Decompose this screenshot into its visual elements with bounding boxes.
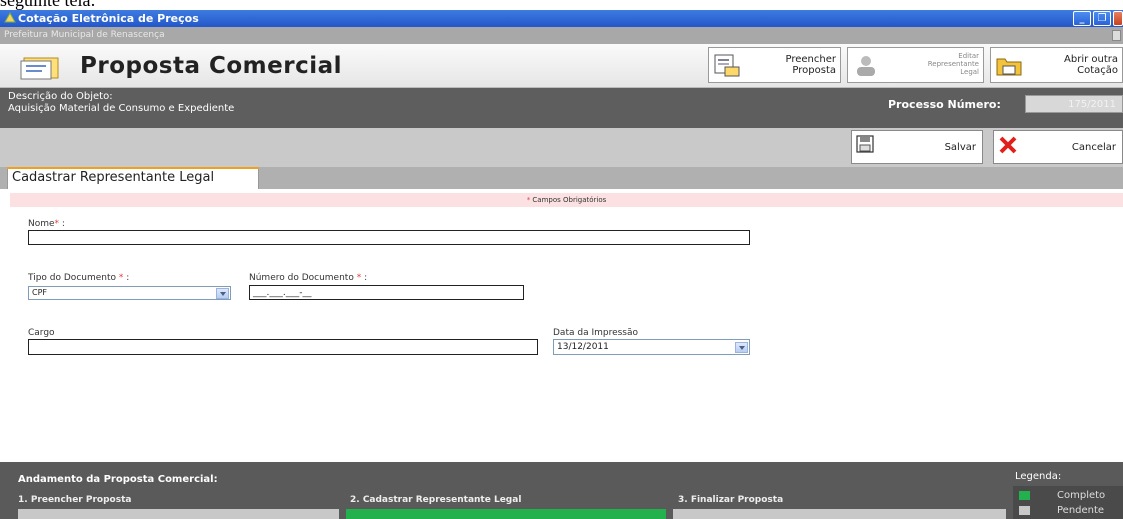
form-icon — [714, 54, 740, 77]
user-icon — [857, 56, 875, 76]
minimize-button[interactable]: _ — [1073, 11, 1091, 26]
abrir-cotacao-button[interactable]: Abrir outra Cotação — [990, 47, 1123, 83]
editar-label-3: Legal — [960, 68, 979, 76]
data-impressao-label: Data da Impressão — [553, 328, 639, 338]
legend-pending-swatch — [1019, 506, 1030, 515]
editar-label-2: Representante — [927, 60, 979, 68]
legend-box: Completo Pendente — [1013, 486, 1123, 519]
process-value: 175/2011 — [1025, 95, 1123, 113]
nome-label: Nome* : — [28, 219, 65, 229]
tipo-label-text: Tipo do Documento — [28, 273, 117, 283]
tab-cadastrar-representante[interactable]: Cadastrar Representante Legal — [7, 167, 259, 189]
folder-icon — [996, 58, 1022, 76]
progress-title: Andamento da Proposta Comercial: — [18, 474, 218, 485]
step-3-label: 3. Finalizar Proposta — [678, 495, 784, 505]
restore-button[interactable]: ❐ — [1093, 11, 1111, 26]
legend-complete-swatch — [1019, 491, 1030, 500]
nome-label-text: Nome — [28, 219, 55, 229]
preencher-proposta-button[interactable]: Preencher Proposta — [708, 47, 841, 83]
numero-documento-field[interactable]: ___.___.___-__ — [249, 285, 524, 300]
org-bar: Prefeitura Municipal de Renascença — [0, 27, 1123, 44]
tab-strip: Cadastrar Representante Legal — [0, 167, 1123, 189]
numero-label-text: Número do Documento — [249, 273, 354, 283]
chevron-down-icon — [735, 342, 748, 353]
cancel-icon — [999, 136, 1017, 154]
description-bar: Descrição do Objeto: Aquisição Material … — [0, 88, 1123, 128]
step-2-bar — [346, 509, 666, 519]
editar-label-1: Editar — [958, 52, 979, 60]
description-label: Descrição do Objeto: — [8, 91, 113, 102]
tipo-documento-select[interactable]: CPF — [28, 286, 231, 300]
abrir-label-2: Cotação — [1077, 65, 1118, 76]
data-impressao-value: 13/12/2011 — [557, 342, 609, 352]
save-button[interactable]: Salvar — [851, 130, 983, 164]
step-2-label: 2. Cadastrar Representante Legal — [350, 495, 522, 505]
chevron-down-icon — [216, 288, 229, 299]
page-title: Proposta Comercial — [80, 53, 342, 79]
step-1-bar — [18, 509, 339, 519]
legend-pending-label: Pendente — [1057, 505, 1105, 516]
description-value: Aquisição Material de Consumo e Expedien… — [8, 103, 235, 114]
process-label: Processo Número: — [888, 98, 1001, 111]
window-title: Cotação Eletrônica de Preços — [18, 12, 199, 25]
legend-title: Legenda: — [1015, 471, 1062, 482]
tipo-documento-value: CPF — [32, 288, 48, 297]
preencher-label-1: Preencher — [785, 54, 837, 65]
cancel-button[interactable]: Cancelar — [993, 130, 1123, 164]
page-header: Proposta Comercial Preencher Proposta Edi… — [0, 44, 1123, 88]
save-label: Salvar — [944, 142, 976, 153]
mini-restore-icon[interactable] — [1112, 30, 1121, 41]
numero-documento-label: Número do Documento * : — [249, 273, 368, 283]
close-button[interactable] — [1113, 11, 1123, 26]
preencher-label-2: Proposta — [792, 65, 836, 76]
document-icon — [20, 57, 59, 80]
editar-representante-button[interactable]: Editar Representante Legal — [847, 47, 984, 83]
required-note-text: Campos Obrigatórios — [532, 196, 607, 204]
required-note: * Campos Obrigatórios — [10, 193, 1123, 207]
step-3-bar — [673, 509, 1006, 519]
action-bar: Salvar Cancelar — [0, 128, 1123, 167]
cancel-label: Cancelar — [1071, 142, 1116, 153]
step-1-label: 1. Preencher Proposta — [18, 495, 132, 505]
tipo-documento-label: Tipo do Documento * : — [28, 273, 130, 283]
data-impressao-picker[interactable]: 13/12/2011 — [553, 339, 750, 355]
legend-complete-label: Completo — [1057, 490, 1106, 501]
abrir-label-1: Abrir outra — [1064, 54, 1118, 65]
app-icon — [4, 12, 16, 23]
save-icon — [856, 135, 874, 153]
window-titlebar: Cotação Eletrônica de Preços _ ❐ — [0, 10, 1123, 27]
cargo-label: Cargo — [28, 328, 55, 338]
org-name: Prefeitura Municipal de Renascença — [4, 30, 165, 40]
cargo-field[interactable] — [28, 339, 538, 355]
nome-field[interactable] — [28, 230, 750, 245]
progress-footer: Andamento da Proposta Comercial: 1. Pree… — [0, 462, 1123, 519]
